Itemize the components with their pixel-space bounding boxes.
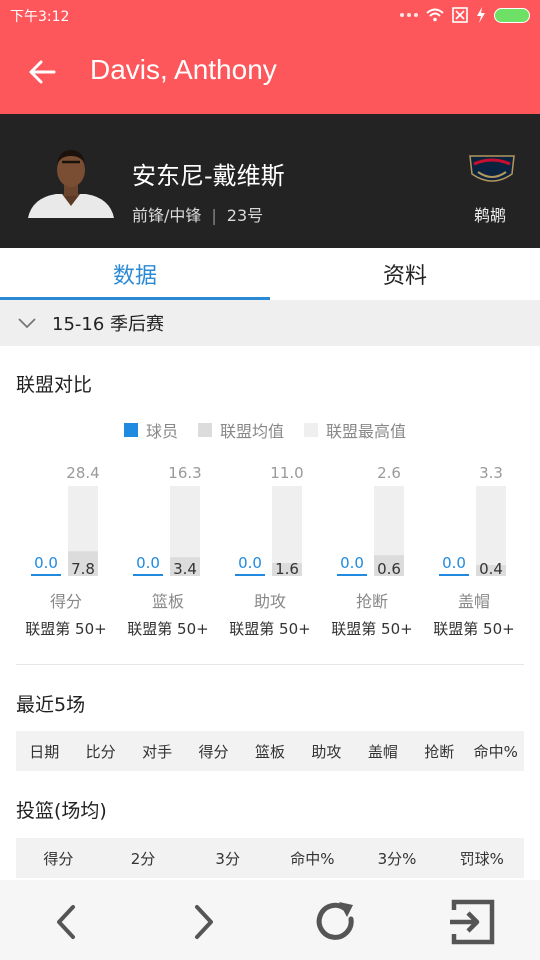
max-value-label: 2.6 — [377, 464, 401, 482]
category-label: 得分 — [50, 592, 82, 611]
player-bar — [439, 574, 469, 576]
average-value-label: 3.4 — [173, 560, 197, 578]
recent-games-title: 最近5场 — [16, 694, 86, 716]
max-value-label: 11.0 — [270, 464, 303, 482]
legend-item-player: 球员 — [124, 418, 178, 442]
col-opponent: 对手 — [142, 742, 173, 761]
team-name: 鹈鹕 — [474, 206, 507, 225]
tab-profile[interactable]: 资料 — [270, 248, 540, 300]
nav-refresh-button[interactable] — [310, 896, 362, 948]
bottom-navigation — [0, 880, 540, 960]
legend-swatch-average — [198, 423, 213, 437]
player-avatar — [26, 142, 116, 218]
rank-label: 联盟第 50+ — [229, 620, 310, 638]
max-value-label: 28.4 — [66, 464, 99, 482]
player-bar — [133, 574, 163, 576]
average-value-label: 7.8 — [71, 560, 95, 578]
legend-item-max: 联盟最高值 — [304, 418, 406, 442]
player-value-label: 0.0 — [340, 554, 364, 572]
average-value-label: 0.6 — [377, 560, 401, 578]
category-label: 助攻 — [254, 592, 286, 611]
col-two-pt: 2分 — [130, 849, 156, 868]
season-label: 15-16 季后赛 — [52, 314, 165, 335]
max-value-label: 16.3 — [168, 464, 201, 482]
legend-swatch-max — [304, 423, 319, 437]
status-bar: 下午3:12 — [0, 0, 540, 30]
nav-forward-button[interactable] — [178, 896, 230, 948]
category-label: 篮板 — [152, 592, 184, 611]
player-meta: 前锋/中锋 | 23号 — [132, 202, 263, 226]
player-number: 23号 — [226, 206, 264, 225]
category-label: 抢断 — [356, 592, 388, 611]
col-points: 得分 — [198, 742, 229, 761]
average-value-label: 0.4 — [479, 560, 503, 578]
team-logo-icon — [469, 155, 515, 182]
col-date: 日期 — [29, 742, 60, 761]
refresh-icon — [316, 902, 354, 940]
max-value-label: 3.3 — [479, 464, 503, 482]
tab-bar: 数据 资料 — [0, 248, 540, 300]
league-compare-chart: 28.4 7.8 0.0 得分联盟第 50+ 16.3 3.4 0.0 篮板联盟第 50+ 11… — [25, 464, 514, 638]
col-three-pct: 3分% — [377, 849, 417, 868]
col-ft-pct: 罚球% — [459, 849, 504, 868]
chart-legend: 球员 联盟均值 联盟最高值 — [124, 418, 406, 442]
app-bar: Davis, Anthony — [0, 30, 540, 114]
chevron-left-icon — [57, 905, 75, 939]
col-fg-pct: 命中% — [473, 742, 518, 761]
wifi-icon — [426, 8, 444, 22]
back-button[interactable] — [22, 52, 62, 92]
category-label: 盖帽 — [458, 592, 490, 611]
rank-label: 联盟第 50+ — [433, 620, 514, 638]
signal-icon — [400, 13, 418, 17]
league-compare-title: 联盟对比 — [16, 374, 93, 396]
player-value-label: 0.0 — [34, 554, 58, 572]
chevron-right-icon — [195, 905, 213, 939]
recent-games-header: 日期 比分 对手 得分 篮板 助攻 盖帽 抢断 命中% — [16, 731, 524, 771]
nav-back-button[interactable] — [40, 896, 92, 948]
tab-stats[interactable]: 数据 — [0, 248, 270, 300]
status-icons — [400, 7, 530, 23]
shooting-title: 投篮(场均) — [16, 800, 107, 822]
no-sim-icon — [452, 7, 468, 23]
rank-label: 联盟第 50+ — [331, 620, 412, 638]
col-score: 比分 — [85, 742, 116, 761]
player-value-label: 0.0 — [238, 554, 262, 572]
col-shoot-points: 得分 — [43, 849, 74, 868]
arrow-left-icon — [29, 60, 56, 84]
rank-label: 联盟第 50+ — [127, 620, 208, 638]
page-title: Davis, Anthony — [90, 54, 277, 85]
charging-icon — [477, 7, 485, 23]
legend-item-average: 联盟均值 — [198, 418, 284, 442]
section-divider — [16, 664, 524, 665]
player-value-label: 0.0 — [136, 554, 160, 572]
meta-separator: | — [211, 206, 217, 225]
player-header: 安东尼-戴维斯 前锋/中锋 | 23号 鹈鹕 — [0, 114, 540, 248]
col-steals: 抢断 — [424, 742, 455, 761]
player-value-label: 0.0 — [442, 554, 466, 572]
chevron-down-icon — [18, 318, 36, 329]
col-rebounds: 篮板 — [254, 742, 285, 761]
shooting-header: 得分 2分 3分 命中% 3分% 罚球% — [16, 838, 524, 878]
col-assists: 助攻 — [311, 742, 342, 761]
average-value-label: 1.6 — [275, 560, 299, 578]
status-time: 下午3:12 — [10, 9, 70, 25]
col-blocks: 盖帽 — [367, 742, 398, 761]
nav-exit-button[interactable] — [446, 896, 498, 948]
player-bar — [31, 574, 61, 576]
player-position: 前锋/中锋 — [132, 206, 202, 225]
col-three-pt: 3分 — [215, 849, 240, 868]
exit-icon — [450, 899, 495, 945]
battery-icon — [494, 7, 530, 23]
legend-swatch-player — [124, 423, 138, 437]
season-selector[interactable]: 15-16 季后赛 — [0, 300, 540, 346]
player-name: 安东尼-戴维斯 — [132, 162, 285, 190]
player-bar — [235, 574, 265, 576]
rank-label: 联盟第 50+ — [25, 620, 106, 638]
player-bar — [337, 574, 367, 576]
col-fg-pct-shoot: 命中% — [290, 849, 335, 868]
